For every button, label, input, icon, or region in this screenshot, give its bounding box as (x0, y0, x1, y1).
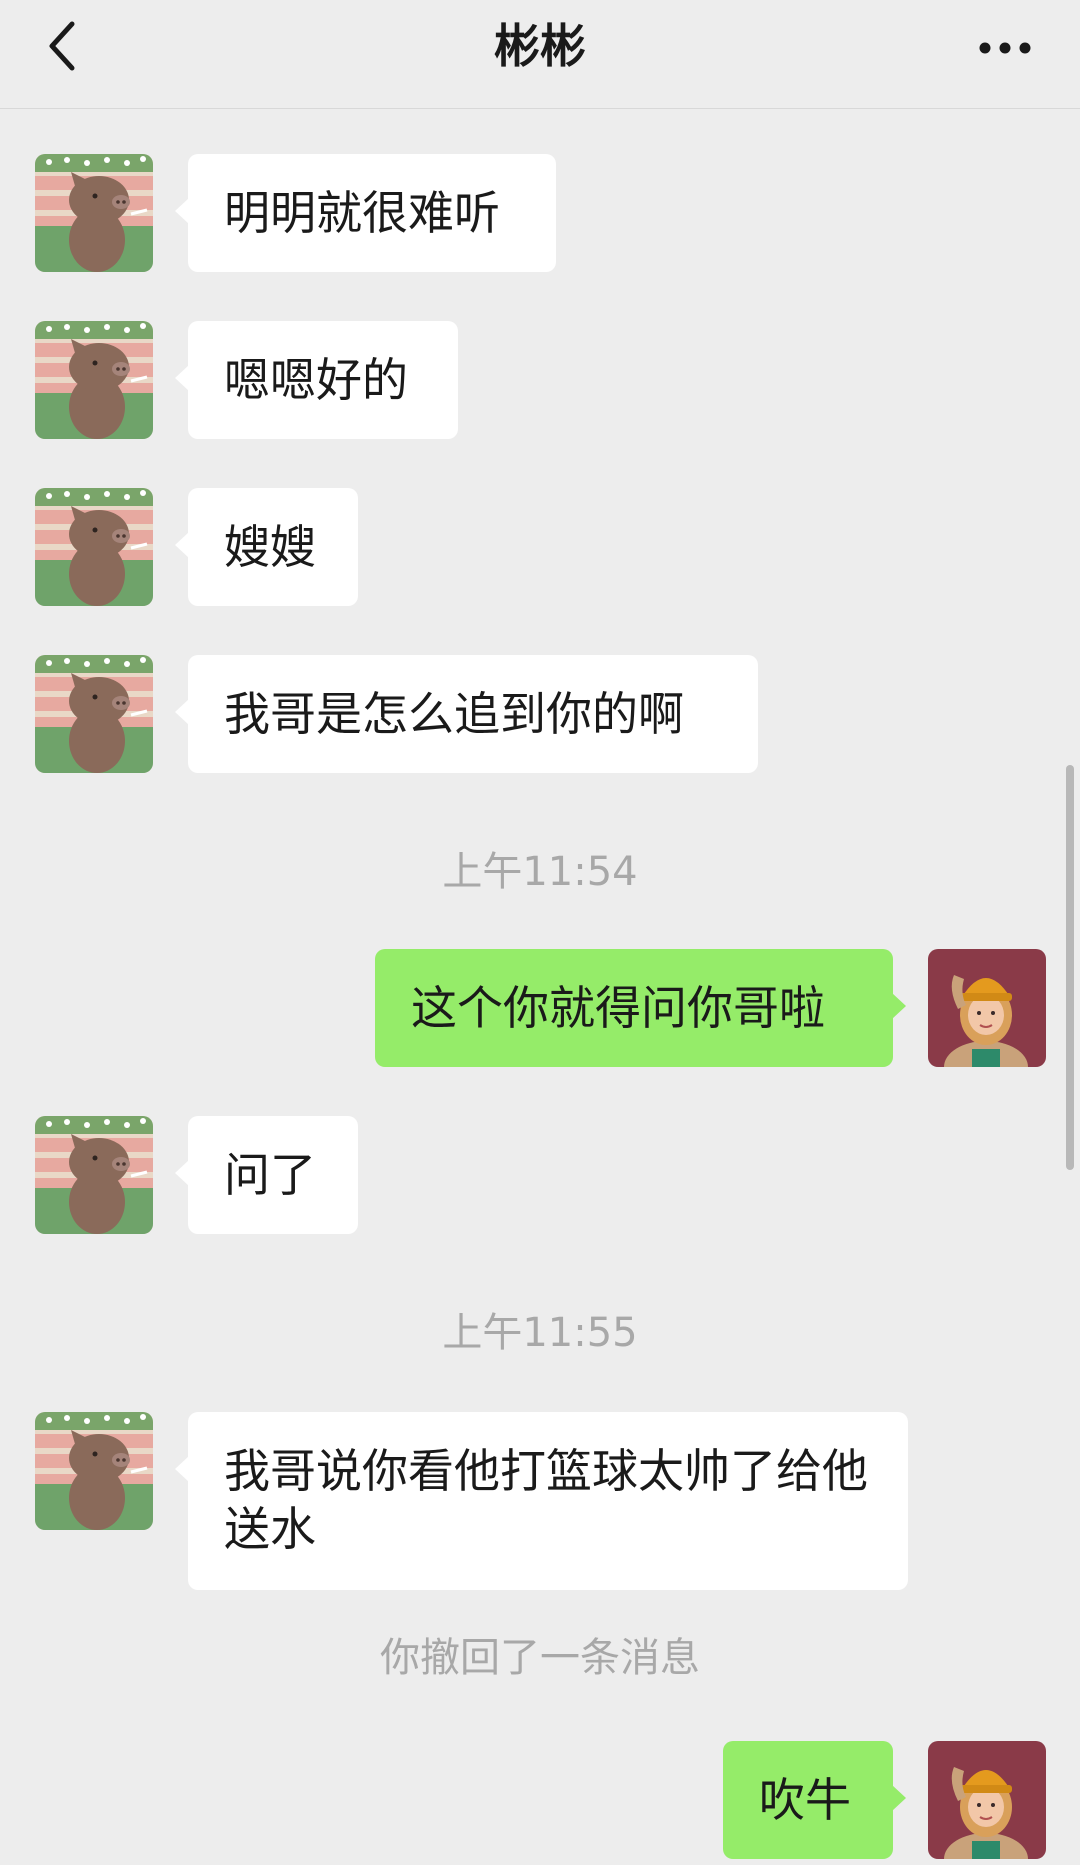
self-avatar[interactable] (928, 1741, 1046, 1859)
contact-avatar[interactable] (35, 1412, 153, 1530)
message-bubble-outgoing[interactable]: 吹牛 (723, 1741, 906, 1859)
chat-header: 彬彬 (0, 0, 1080, 109)
pig-avatar-icon (35, 488, 153, 606)
pig-avatar-icon (35, 1412, 153, 1530)
pig-avatar-icon (35, 321, 153, 439)
recall-notice: 你撤回了一条消息 (380, 1635, 700, 1681)
message-row: 吹牛 (0, 1741, 1080, 1861)
chat-title: 彬彬 (494, 19, 586, 73)
contact-avatar[interactable] (35, 321, 153, 439)
more-button[interactable] (970, 18, 1040, 78)
message-list[interactable]: 明明就很难听 嗯嗯好的 嫂嫂 我哥是怎么追到你的啊 上午11:54 这个你就得问… (0, 109, 1080, 1865)
message-row: 这个你就得问你哥啦 (0, 949, 1080, 1069)
message-row: 嫂嫂 (0, 488, 1080, 608)
contact-avatar[interactable] (35, 488, 153, 606)
pig-avatar-icon (35, 154, 153, 272)
contact-avatar[interactable] (35, 1116, 153, 1234)
more-dots-icon (979, 42, 1031, 54)
message-bubble-outgoing[interactable]: 这个你就得问你哥啦 (375, 949, 906, 1067)
message-bubble-incoming[interactable]: 嫂嫂 (175, 488, 358, 606)
girl-avatar-icon (928, 949, 1046, 1067)
message-bubble-incoming[interactable]: 明明就很难听 (175, 154, 556, 272)
message-row: 明明就很难听 (0, 154, 1080, 274)
scrollbar[interactable] (1066, 765, 1074, 1170)
message-bubble-incoming[interactable]: 我哥说你看他打篮球太帅了给他送水 (175, 1412, 908, 1590)
message-bubble-incoming[interactable]: 问了 (175, 1116, 358, 1234)
timestamp: 上午11:54 (442, 849, 638, 895)
timestamp: 上午11:55 (442, 1310, 638, 1356)
message-row: 我哥是怎么追到你的啊 (0, 655, 1080, 775)
contact-avatar[interactable] (35, 655, 153, 773)
contact-avatar[interactable] (35, 154, 153, 272)
message-row: 嗯嗯好的 (0, 321, 1080, 441)
girl-avatar-icon (928, 1741, 1046, 1859)
pig-avatar-icon (35, 655, 153, 773)
message-bubble-incoming[interactable]: 嗯嗯好的 (175, 321, 458, 439)
self-avatar[interactable] (928, 949, 1046, 1067)
message-bubble-incoming[interactable]: 我哥是怎么追到你的啊 (175, 655, 758, 773)
pig-avatar-icon (35, 1116, 153, 1234)
message-row: 问了 (0, 1116, 1080, 1236)
message-row: 我哥说你看他打篮球太帅了给他送水 (0, 1412, 1080, 1592)
